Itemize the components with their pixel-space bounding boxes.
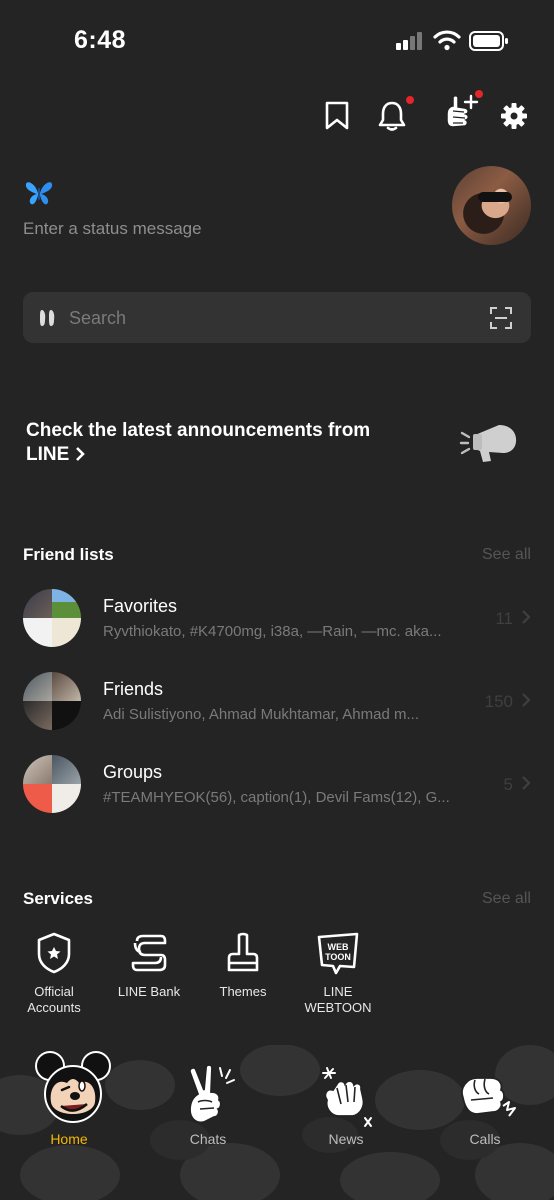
- row-subtitle: Adi Sulistiyono, Ahmad Mukhtamar, Ahmad …: [103, 706, 419, 723]
- row-title: Groups: [103, 762, 163, 782]
- mickey-head-icon: [23, 1050, 123, 1130]
- service-official-accounts[interactable]: Official Accounts: [9, 930, 99, 1016]
- tab-calls[interactable]: [435, 1070, 535, 1130]
- tab-chats-label[interactable]: Chats: [158, 1131, 258, 1147]
- announcement-text-line2: LINE: [26, 444, 70, 465]
- tab-chats[interactable]: [158, 1062, 258, 1130]
- peace-hand-icon: [158, 1062, 258, 1130]
- announcement-link[interactable]: Check the latest announcements from LINE: [26, 419, 426, 469]
- brush-icon: [198, 930, 288, 976]
- bookmark-icon[interactable]: [317, 96, 357, 136]
- announcement-text: Check the latest announcements from: [26, 420, 371, 441]
- add-friend-icon[interactable]: [435, 90, 483, 138]
- services-see-all[interactable]: See all: [482, 890, 531, 908]
- chevron-right-icon: [521, 775, 531, 796]
- row-subtitle: #TEAMHYEOK(56), caption(1), Devil Fams(1…: [103, 789, 450, 806]
- bank-icon: [104, 930, 194, 976]
- wave-hand-icon: [296, 1064, 396, 1130]
- service-label-line2: WEBTOON: [304, 1000, 372, 1015]
- svg-text:TOON: TOON: [325, 952, 351, 962]
- services-title: Services: [23, 889, 93, 908]
- webtoon-icon: WEB TOON: [293, 930, 383, 976]
- chevron-right-icon: [75, 445, 85, 469]
- service-label: LINE Bank: [117, 984, 181, 999]
- fist-icon: [435, 1070, 535, 1130]
- status-time: 6:48: [74, 26, 127, 54]
- service-label: LINE: [323, 984, 353, 999]
- friend-lists-see-all[interactable]: See all: [482, 546, 531, 564]
- service-line-bank[interactable]: LINE Bank: [104, 930, 194, 1000]
- tab-news-label[interactable]: News: [296, 1131, 396, 1147]
- butterfly-icon: [25, 180, 53, 211]
- battery-icon: [469, 31, 509, 56]
- favorites-thumbnail: [23, 589, 81, 647]
- qr-scan-icon[interactable]: [489, 306, 513, 335]
- service-label-line2: Accounts: [27, 1000, 81, 1015]
- row-title: Friends: [103, 679, 164, 699]
- gear-icon[interactable]: [494, 96, 534, 136]
- row-count: 11: [495, 609, 513, 628]
- groups-thumbnail: [23, 755, 81, 813]
- tab-calls-label[interactable]: Calls: [435, 1131, 535, 1147]
- service-label: Themes: [219, 984, 267, 999]
- friend-list-favorites[interactable]: Favorites Ryvthiokato, #K4700mg, i38a, —…: [23, 589, 533, 649]
- friends-thumbnail: [23, 672, 81, 730]
- row-count: 150: [484, 692, 513, 711]
- svg-text:WEB: WEB: [328, 942, 349, 952]
- line-logo-icon: [39, 308, 57, 333]
- friend-list-groups[interactable]: Groups #TEAMHYEOK(56), caption(1), Devil…: [23, 755, 533, 815]
- row-count: 5: [503, 775, 513, 794]
- profile-avatar[interactable]: [452, 166, 531, 245]
- wifi-icon: [433, 29, 461, 56]
- service-label: Official: [34, 984, 74, 999]
- search-bar[interactable]: Search: [23, 292, 531, 343]
- friend-list-friends[interactable]: Friends Adi Sulistiyono, Ahmad Mukhtamar…: [23, 672, 533, 732]
- service-line-webtoon[interactable]: WEB TOON LINE WEBTOON: [293, 930, 383, 1016]
- service-themes[interactable]: Themes: [198, 930, 288, 1000]
- row-title: Favorites: [103, 596, 178, 616]
- shield-star-icon: [9, 930, 99, 976]
- tab-home-label[interactable]: Home: [19, 1131, 119, 1147]
- bell-icon[interactable]: [372, 96, 414, 136]
- chevron-right-icon: [521, 692, 531, 713]
- notification-badge: [475, 90, 483, 98]
- tab-news[interactable]: [296, 1064, 396, 1130]
- search-input[interactable]: Search: [69, 308, 126, 329]
- cellular-signal-icon: [396, 32, 424, 55]
- notification-badge: [406, 96, 414, 104]
- megaphone-icon: [459, 419, 519, 470]
- chevron-right-icon: [521, 609, 531, 630]
- friend-lists-title: Friend lists: [23, 545, 114, 564]
- row-subtitle: Ryvthiokato, #K4700mg, i38a, —Rain, —mc.…: [103, 623, 442, 640]
- tab-home[interactable]: [23, 1050, 123, 1130]
- status-message-field[interactable]: Enter a status message: [23, 219, 202, 239]
